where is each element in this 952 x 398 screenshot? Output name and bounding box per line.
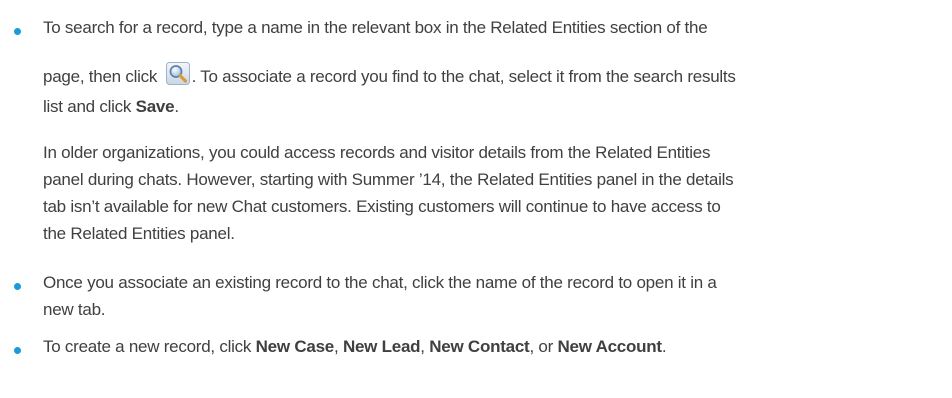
search-line-2-after: . To associate a record you find to the … [191,67,736,86]
note-line-3: tab isn’t available for new Chat custome… [43,197,721,216]
lookup-magnifier-icon[interactable] [165,62,190,85]
create-record-line: To create a new record, click New Case , … [43,337,667,357]
document-page: To search for a record, type a name in t… [0,0,952,398]
separator: , [420,337,430,356]
search-line-3-suffix: . [174,97,179,116]
note-line-2: panel during chats. However, starting wi… [43,170,734,189]
search-line-2: page, then click . To associate a record… [43,62,736,87]
separator: , [333,337,343,356]
bullet-dot [14,28,21,35]
open-record-line-2: new tab. [43,300,106,319]
new-case-label: New Case [255,337,335,356]
search-line-3-prefix: list and click [43,97,136,116]
save-label: Save [135,97,175,116]
create-record-prefix: To create a new record, click [43,337,256,356]
separator: , or [529,337,558,356]
search-line-3: list and click Save. [43,97,179,117]
bullet-dot [14,347,21,354]
new-contact-label: New Contact [429,337,530,356]
create-record-suffix: . [661,337,667,356]
search-line-2-before: page, then click [43,67,162,86]
new-lead-label: New Lead [342,337,421,356]
note-line-1: In older organizations, you could access… [43,143,711,162]
bullet-dot [14,283,21,290]
open-record-line-1: Once you associate an existing record to… [43,273,717,292]
note-line-4: the Related Entities panel. [43,224,235,243]
search-line-1: To search for a record, type a name in t… [43,18,708,37]
new-account-label: New Account [557,337,663,356]
